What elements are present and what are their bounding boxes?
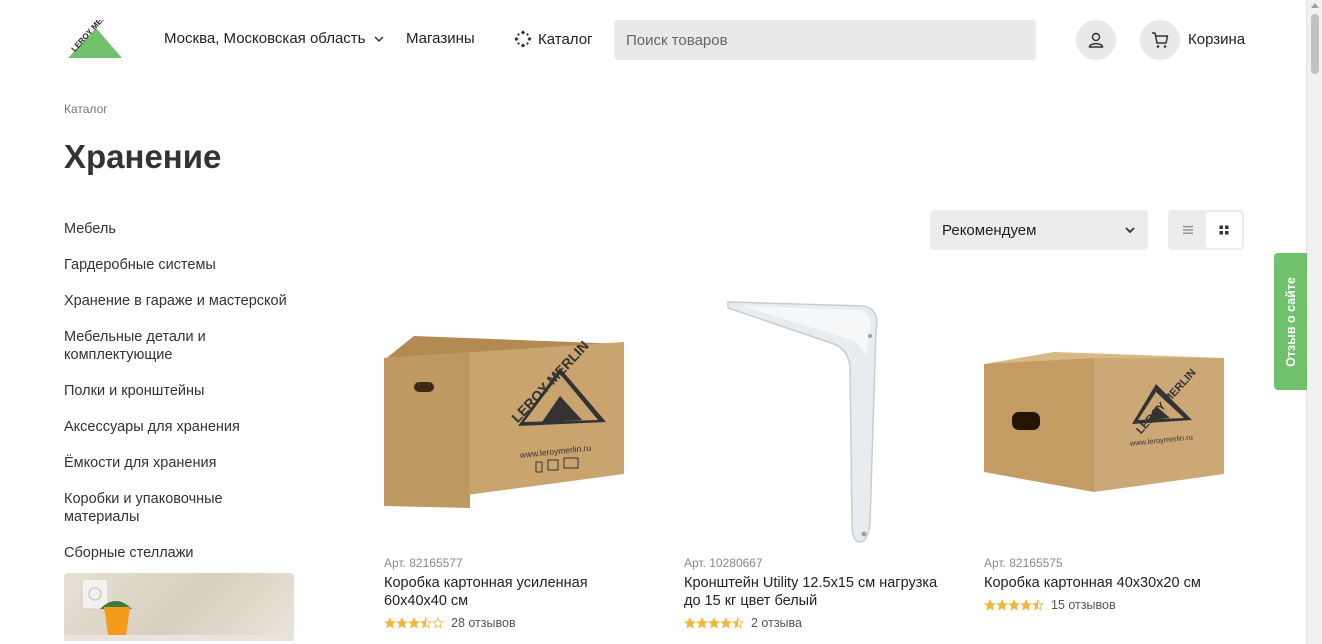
star-icon [396,617,408,629]
product-card[interactable]: LEROY MERLIN www.leroymerlin.ru Арт. 821… [984,296,1244,612]
star-icon [408,617,420,629]
product-image[interactable]: LEROY MERLIN www.leroymerlin.ru [384,296,644,550]
sidebar-item-storage-accessories[interactable]: Аксессуары для хранения [64,418,294,436]
star-icon [720,617,732,629]
star-icon [384,617,396,629]
review-count: 28 отзывов [451,616,516,630]
grid-icon [1219,225,1229,235]
review-count: 2 отзыва [751,616,802,630]
scrollbar-thumb[interactable] [1311,14,1319,74]
rating-stars [984,599,1044,611]
star-icon [420,617,432,629]
cart-icon [1152,32,1169,48]
chevron-down-icon [373,35,384,42]
product-name[interactable]: Коробка картонная 40x30x20 см [984,574,1244,592]
catalog-icon [514,30,532,48]
product-rating[interactable]: 2 отзыва [684,616,944,630]
stores-link[interactable]: Магазины [406,30,475,47]
page-title: Хранение [64,138,222,175]
sidebar-item-furniture-parts[interactable]: Мебельные детали и комплектующие [64,328,224,364]
star-icon [684,617,696,629]
rating-stars [684,617,744,629]
search-input[interactable] [614,20,1036,60]
product-name[interactable]: Коробка картонная усиленная 60x40x40 см [384,574,644,610]
site-header: LEROY MERLIN Москва, Московская область … [0,0,1306,80]
product-card[interactable]: Арт. 10280667 Кронштейн Utility 12.5x15 … [684,296,944,630]
list-view-button[interactable] [1170,212,1206,248]
star-icon [696,617,708,629]
sort-selected-label: Рекомендуем [942,221,1037,239]
catalog-button[interactable]: Каталог [514,30,593,48]
product-image[interactable]: LEROY MERLIN www.leroymerlin.ru [984,296,1244,550]
grid-view-button[interactable] [1206,212,1242,248]
sort-dropdown[interactable]: Рекомендуем [930,210,1148,250]
view-toggle [1168,210,1244,250]
profile-button[interactable] [1076,20,1116,60]
sidebar-item-shelves-brackets[interactable]: Полки и кронштейны [64,382,294,400]
cart-label[interactable]: Корзина [1188,31,1245,48]
star-icon [432,617,444,629]
star-icon [708,617,720,629]
catalog-label: Каталог [538,30,593,48]
feedback-tab[interactable]: Отзыв о сайте [1274,253,1307,390]
product-article: Арт. 82165577 [384,556,463,570]
sidebar-item-storage-containers[interactable]: Ёмкости для хранения [64,454,294,472]
star-icon [732,617,744,629]
cart-button[interactable] [1140,20,1180,60]
star-icon [1020,599,1032,611]
product-rating[interactable]: 15 отзывов [984,598,1244,612]
sidebar-item-furniture[interactable]: Мебель [64,220,294,238]
product-image[interactable] [684,296,944,550]
breadcrumb[interactable]: Каталог [64,102,108,116]
star-icon [984,599,996,611]
product-name[interactable]: Кронштейн Utility 12.5x15 см нагрузка до… [684,574,944,610]
star-icon [996,599,1008,611]
sidebar-item-shelving-units[interactable]: Сборные стеллажи [64,544,294,562]
product-article: Арт. 82165575 [984,556,1063,570]
product-article: Арт. 10280667 [684,556,763,570]
region-label: Москва, Московская область [164,30,366,47]
chevron-down-icon [1125,227,1135,234]
user-icon [1088,32,1104,48]
feedback-tab-label: Отзыв о сайте [1283,276,1298,367]
sidebar-item-garage-storage[interactable]: Хранение в гараже и мастерской [64,292,294,310]
product-rating[interactable]: 28 отзывов [384,616,644,630]
star-icon [1008,599,1020,611]
rating-stars [384,617,444,629]
sidebar-promo-banner[interactable] [64,573,294,644]
star-icon [1032,599,1044,611]
sidebar-item-boxes-packaging[interactable]: Коробки и упаковочные материалы [64,490,244,526]
review-count: 15 отзывов [1051,598,1116,612]
product-card[interactable]: LEROY MERLIN www.leroymerlin.ru Арт. 821… [384,296,644,630]
list-icon [1183,226,1193,234]
leroy-merlin-logo[interactable]: LEROY MERLIN [64,3,124,60]
sidebar-item-wardrobe-systems[interactable]: Гардеробные системы [64,256,294,274]
region-selector[interactable]: Москва, Московская область [164,30,384,47]
page-scrollbar[interactable] [1306,0,1322,644]
scroll-up-arrow-icon[interactable] [1311,3,1319,8]
